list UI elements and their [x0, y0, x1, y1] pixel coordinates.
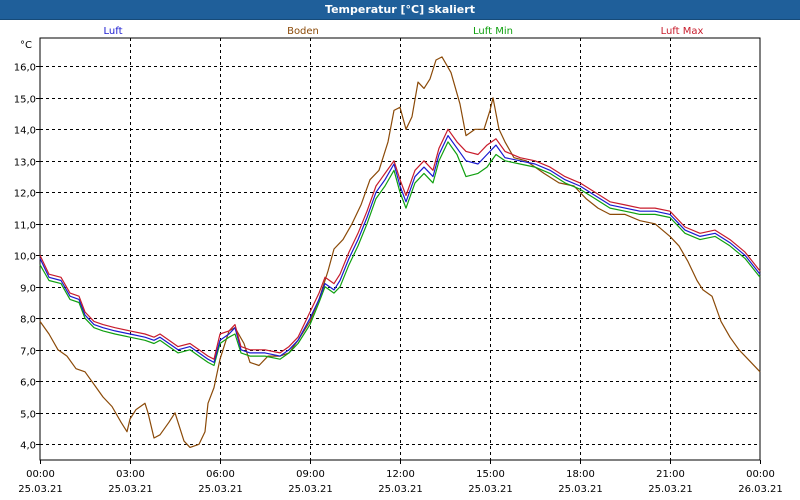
y-tick-label: 14,0	[14, 126, 36, 137]
x-tick-time-label: 00:00	[746, 469, 775, 480]
x-tick-time-label: 06:00	[206, 469, 235, 480]
y-tick-label: 16,0	[14, 63, 36, 74]
y-axis-label: °C	[20, 40, 32, 51]
x-tick-date-label: 25.03.21	[18, 484, 63, 495]
legend-entry-luft-max: Luft Max	[661, 26, 704, 37]
x-tick-date-label: 25.03.21	[198, 484, 243, 495]
legend-entry-luft-min: Luft Min	[473, 26, 513, 37]
x-tick-time-label: 12:00	[386, 469, 415, 480]
legend-entry-boden: Boden	[287, 26, 319, 37]
x-tick-time-label: 21:00	[656, 469, 685, 480]
y-tick-label: 8,0	[20, 315, 36, 326]
y-tick-label: 13,0	[14, 158, 36, 169]
y-tick-label: 11,0	[14, 221, 36, 232]
x-tick-date-label: 25.03.21	[468, 484, 513, 495]
x-tick-date-label: 25.03.21	[648, 484, 693, 495]
x-tick-date-label: 25.03.21	[558, 484, 603, 495]
y-tick-label: 4,0	[20, 441, 36, 452]
x-tick-date-label: 25.03.21	[378, 484, 423, 495]
legend-entry-luft: Luft	[104, 26, 123, 37]
temperature-chart: 4,0 5,0 6,0 7,0 8,0 9,0 10,0 11,0 12,0 13,0 14,0 15…	[14, 26, 783, 495]
x-tick-time-label: 18:00	[566, 469, 595, 480]
x-tick-date-label: 25.03.21	[108, 484, 153, 495]
y-tick-label: 10,0	[14, 252, 36, 263]
x-tick-time-label: 09:00	[296, 469, 325, 480]
x-tick-date-label: 25.03.21	[288, 484, 333, 495]
y-tick-label: 7,0	[20, 347, 36, 358]
y-tick-label: 6,0	[20, 378, 36, 389]
x-tick-time-label: 03:00	[116, 469, 145, 480]
y-tick-label: 5,0	[20, 410, 36, 421]
y-tick-label: 15,0	[14, 95, 36, 106]
x-tick-time-label: 15:00	[476, 469, 505, 480]
x-tick-date-label: 26.03.21	[738, 484, 783, 495]
y-tick-label: 12,0	[14, 189, 36, 200]
x-tick-time-label: 00:00	[26, 469, 55, 480]
y-tick-label: 9,0	[20, 284, 36, 295]
